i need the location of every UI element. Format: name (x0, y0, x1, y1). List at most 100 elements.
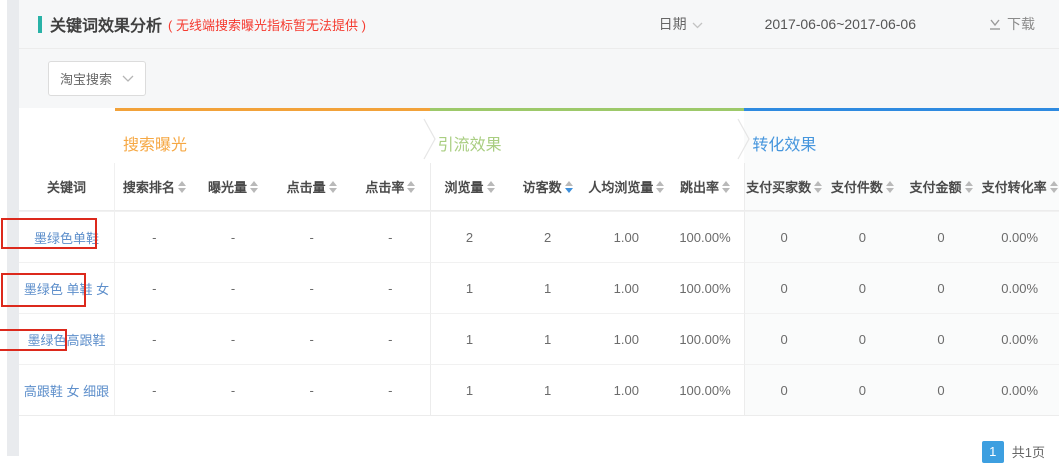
chevron-down-icon (692, 22, 703, 29)
date-filter-label: 日期 (659, 14, 687, 34)
table-toolbar: 淘宝搜索 (19, 49, 1059, 108)
table-cell: 100.00% (666, 262, 745, 313)
table-cell: 0 (902, 262, 981, 313)
red-highlight-box-row1 (1, 218, 97, 249)
column-header-pageviews[interactable]: 浏览量 (430, 163, 509, 211)
table-cell: 0.00% (980, 364, 1059, 415)
table-cell: 0 (744, 211, 823, 262)
table-cell: 0 (744, 313, 823, 364)
sort-icon (656, 181, 664, 193)
section-title-search-exposure: 搜索曝光 (115, 108, 430, 163)
table-cell: - (115, 313, 194, 364)
table-cell: - (272, 313, 351, 364)
date-range-value: 2017-06-06~2017-06-06 (765, 16, 916, 32)
column-header-clicks[interactable]: 点击量 (272, 163, 351, 211)
table-cell: - (351, 313, 430, 364)
table-cell: 1.00 (587, 262, 666, 313)
date-filter-dropdown[interactable]: 日期 (659, 14, 703, 34)
keyword-analysis-page: 关键词效果分析 ( 无线端搜索曝光指标暂无法提供 ) 日期 2017-06-06… (0, 0, 1059, 472)
table-cell: 1.00 (587, 211, 666, 262)
table-cell: - (351, 211, 430, 262)
red-highlight-box-row2 (1, 273, 86, 307)
table-cell: 1.00 (587, 364, 666, 415)
sort-icon (965, 181, 973, 193)
sort-icon (814, 181, 822, 193)
table-cell: - (115, 364, 194, 415)
table-cell: - (272, 211, 351, 262)
channel-select-value: 淘宝搜索 (60, 69, 112, 88)
table-cell: 0 (902, 313, 981, 364)
table-cell: 1 (508, 364, 587, 415)
download-icon (988, 18, 1002, 31)
table-cell: 1 (508, 262, 587, 313)
sort-icon (1050, 181, 1058, 193)
section-spacer (19, 108, 115, 163)
title-marker (38, 16, 42, 33)
table-cell: - (194, 364, 273, 415)
table-cell: 100.00% (666, 364, 745, 415)
column-header-bounce-rate[interactable]: 跳出率 (666, 163, 745, 211)
table-cell: - (272, 364, 351, 415)
sort-icon (722, 181, 730, 193)
table-cell: 0 (902, 211, 981, 262)
panel-header: 关键词效果分析 ( 无线端搜索曝光指标暂无法提供 ) 日期 2017-06-06… (19, 0, 1059, 49)
red-highlight-box-row3 (0, 329, 67, 351)
table-cell: 2 (430, 211, 509, 262)
table-cell: - (194, 211, 273, 262)
table-cell: 0 (744, 364, 823, 415)
table-cell: - (351, 262, 430, 313)
table-cell: 100.00% (666, 313, 745, 364)
table-footer: 1 共1页 (19, 416, 1059, 472)
table-cell: - (115, 211, 194, 262)
sort-icon (886, 181, 894, 193)
table-cell: 0.00% (980, 262, 1059, 313)
column-header-paid-items[interactable]: 支付件数 (823, 163, 902, 211)
table-cell: 0.00% (980, 211, 1059, 262)
table-cell: - (272, 262, 351, 313)
column-header-ctr[interactable]: 点击率 (351, 163, 430, 211)
table-cell: - (194, 262, 273, 313)
table-cell: 1 (508, 313, 587, 364)
header-warning-note: ( 无线端搜索曝光指标暂无法提供 ) (168, 15, 366, 34)
table-cell: - (351, 364, 430, 415)
section-title-conversion-effect: 转化效果 (744, 108, 1059, 163)
column-header-visitors[interactable]: 访客数 (508, 163, 587, 211)
table-cell: 0 (902, 364, 981, 415)
column-header-search-rank[interactable]: 搜索排名 (115, 163, 194, 211)
sort-icon-active-desc (565, 181, 573, 193)
channel-select-dropdown[interactable]: 淘宝搜索 (48, 61, 146, 96)
table-cell: - (194, 313, 273, 364)
sort-icon (250, 181, 258, 193)
table-cell: 0 (823, 313, 902, 364)
table-cell: 0 (823, 364, 902, 415)
analysis-panel: 关键词效果分析 ( 无线端搜索曝光指标暂无法提供 ) 日期 2017-06-06… (19, 0, 1059, 472)
chevron-down-icon (122, 75, 134, 83)
table-cell: 1 (430, 313, 509, 364)
column-header-impressions[interactable]: 曝光量 (194, 163, 273, 211)
table-cell: 2 (508, 211, 587, 262)
table-cell: 0 (823, 262, 902, 313)
table-cell: 0 (823, 211, 902, 262)
table-cell: 1 (430, 364, 509, 415)
column-header-payment-amount[interactable]: 支付金额 (902, 163, 981, 211)
sort-icon (487, 181, 495, 193)
section-separator-chevron-icon (423, 117, 436, 161)
column-header-pv-per-visitor[interactable]: 人均浏览量 (587, 163, 666, 211)
column-header-paying-buyers[interactable]: 支付买家数 (744, 163, 823, 211)
pagination-total: 共1页 (1012, 442, 1045, 461)
column-header-payment-conversion[interactable]: 支付转化率 (980, 163, 1059, 211)
table-cell: 100.00% (666, 211, 745, 262)
download-label: 下载 (1007, 14, 1035, 34)
sort-icon (329, 181, 337, 193)
keyword-link[interactable]: 高跟鞋 女 细跟 (19, 364, 115, 415)
table-cell: 0 (744, 262, 823, 313)
table-cell: 1 (430, 262, 509, 313)
sort-icon (178, 181, 186, 193)
pagination-page-1[interactable]: 1 (982, 441, 1004, 463)
table-cell: 1.00 (587, 313, 666, 364)
download-button[interactable]: 下载 (988, 14, 1035, 34)
section-separator-chevron-icon (737, 117, 750, 161)
column-header-keyword: 关键词 (19, 163, 115, 211)
keyword-table: 搜索曝光 引流效果 转化效果 关键词 搜索排名 曝光量 点击量 点击率 浏览量 … (19, 108, 1059, 416)
sort-icon (407, 181, 415, 193)
